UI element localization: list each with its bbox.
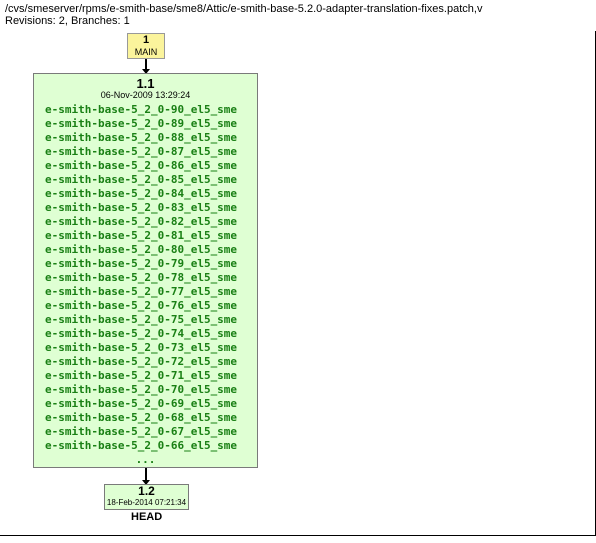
tag-item: e-smith-base-5_2_0-76_el5_sme [45,299,254,313]
tag-item: e-smith-base-5_2_0-90_el5_sme [45,103,254,117]
tag-item: e-smith-base-5_2_0-81_el5_sme [45,229,254,243]
tag-item: e-smith-base-5_2_0-87_el5_sme [45,145,254,159]
border-bottom [0,535,596,536]
tag-item: e-smith-base-5_2_0-84_el5_sme [45,187,254,201]
tag-item: e-smith-base-5_2_0-68_el5_sme [45,411,254,425]
tag-item: e-smith-base-5_2_0-67_el5_sme [45,425,254,439]
revision-node-1-2[interactable]: 1.2 18-Feb-2014 07:21:34 [104,484,189,510]
revision-date: 06-Nov-2009 13:29:24 [37,91,254,100]
file-path: /cvs/smeserver/rpms/e-smith-base/sme8/At… [0,0,596,15]
tag-item: e-smith-base-5_2_0-86_el5_sme [45,159,254,173]
tag-item: e-smith-base-5_2_0-80_el5_sme [45,243,254,257]
branch-node-main[interactable]: 1 MAIN [127,33,165,59]
tag-item: e-smith-base-5_2_0-79_el5_sme [45,257,254,271]
tag-item: e-smith-base-5_2_0-83_el5_sme [45,201,254,215]
tag-item: e-smith-base-5_2_0-74_el5_sme [45,327,254,341]
tag-item: e-smith-base-5_2_0-70_el5_sme [45,383,254,397]
tag-item: e-smith-base-5_2_0-78_el5_sme [45,271,254,285]
tag-item: e-smith-base-5_2_0-75_el5_sme [45,313,254,327]
tag-item: e-smith-base-5_2_0-69_el5_sme [45,397,254,411]
revision-date: 18-Feb-2014 07:21:34 [105,497,188,509]
head-label: HEAD [131,511,162,523]
tag-item: e-smith-base-5_2_0-77_el5_sme [45,285,254,299]
tag-item: e-smith-base-5_2_0-72_el5_sme [45,355,254,369]
tag-item: e-smith-base-5_2_0-85_el5_sme [45,173,254,187]
tag-item: e-smith-base-5_2_0-71_el5_sme [45,369,254,383]
tag-item: e-smith-base-5_2_0-89_el5_sme [45,117,254,131]
branch-label: MAIN [128,46,164,58]
tag-item: e-smith-base-5_2_0-73_el5_sme [45,341,254,355]
tag-item: e-smith-base-5_2_0-82_el5_sme [45,215,254,229]
revision-version: 1.2 [105,485,188,497]
revision-node-1-1[interactable]: 1.1 06-Nov-2009 13:29:24 e-smith-base-5_… [33,73,258,468]
revision-version: 1.1 [37,77,254,90]
tag-item: e-smith-base-5_2_0-66_el5_sme [45,439,254,453]
tag-item: e-smith-base-5_2_0-88_el5_sme [45,131,254,145]
revisions-summary: Revisions: 2, Branches: 1 [0,15,596,31]
tag-list: e-smith-base-5_2_0-90_el5_smee-smith-bas… [37,103,254,453]
revision-diagram: 1 MAIN 1.1 06-Nov-2009 13:29:24 e-smith-… [0,31,596,536]
branch-number: 1 [128,34,164,46]
more-indicator: ... [37,454,254,465]
